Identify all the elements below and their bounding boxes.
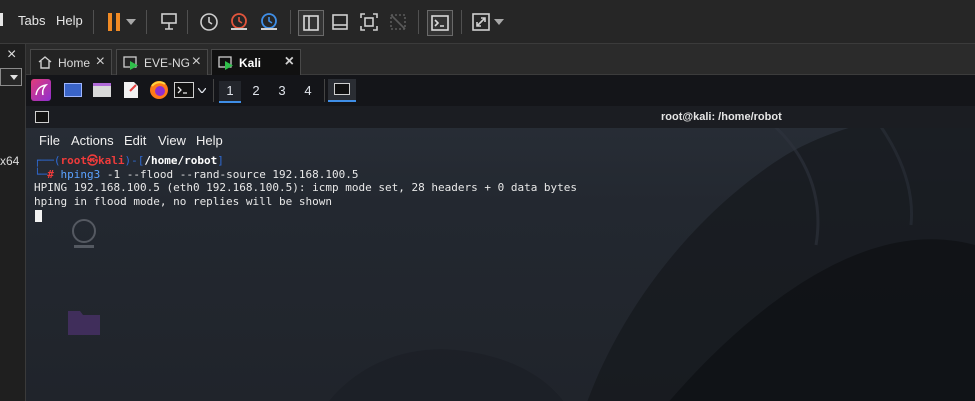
kali-menu-icon[interactable]	[31, 79, 51, 101]
terminal-title: root@kali: /home/robot	[661, 111, 782, 123]
tab-label: Home	[58, 56, 91, 70]
show-desktop-icon[interactable]	[64, 83, 82, 97]
library-dropdown[interactable]	[0, 68, 22, 86]
close-icon[interactable]: ×	[7, 46, 16, 64]
prompt-line-2: └─# hping3 -1 --flood --rand-source 192.…	[34, 167, 359, 181]
terminal-menu-edit[interactable]: Edit	[124, 133, 146, 148]
vm-running-icon	[218, 56, 233, 70]
terminal-menu-help[interactable]: Help	[196, 133, 223, 148]
tab-label: EVE-NG	[144, 56, 191, 70]
tab-label: Kali	[239, 56, 262, 70]
file-manager-icon[interactable]	[93, 83, 111, 97]
close-icon[interactable]: ×	[192, 53, 201, 71]
send-keys-icon[interactable]	[157, 10, 181, 34]
terminal-cursor	[35, 210, 42, 222]
terminal-window-icon	[35, 111, 49, 123]
workspace-4[interactable]: 4	[297, 81, 319, 101]
prompt-at: ㉿	[87, 154, 98, 167]
tab-eve-ng[interactable]: EVE-NG ×	[116, 49, 208, 75]
revert-snapshot-icon[interactable]	[227, 10, 251, 34]
prompt-path: /home/robot	[144, 154, 218, 167]
snapshot-icon[interactable]	[197, 10, 221, 34]
panel-separator	[324, 79, 325, 102]
text-editor-icon[interactable]	[123, 81, 139, 99]
library-panel: × x64	[0, 44, 26, 401]
close-icon[interactable]: ×	[285, 53, 294, 71]
workspace-3[interactable]: 3	[271, 81, 293, 101]
vm-tabbar: Home × EVE-NG × Kali ×	[26, 44, 975, 75]
toolbar-separator	[290, 10, 291, 34]
close-icon[interactable]: ×	[96, 53, 105, 71]
panel-separator	[213, 79, 214, 102]
pause-icon[interactable]	[102, 10, 126, 34]
menu-cut-fragment	[0, 13, 3, 26]
vm-running-icon	[123, 56, 138, 70]
chevron-down-icon[interactable]	[492, 10, 506, 34]
unity-icon[interactable]	[386, 10, 410, 34]
chevron-down-icon[interactable]	[124, 10, 138, 34]
toolbar-separator	[93, 10, 94, 34]
sidebar-toggle-icon[interactable]	[298, 10, 324, 36]
chevron-down-icon[interactable]	[198, 88, 206, 93]
command-args: -1 --flood --rand-source 192.168.100.5	[100, 167, 359, 181]
menu-help[interactable]: Help	[56, 13, 83, 28]
terminal-titlebar[interactable]: root@kali: /home/robot	[26, 106, 975, 128]
console-view-icon[interactable]	[427, 10, 453, 36]
terminal-output[interactable]: ┌──(root㉿kali)-[/home/robot] └─# hping3 …	[26, 154, 975, 401]
command-name: hping3	[60, 167, 101, 181]
kali-desktop: 1 2 3 4 root@kali: /home/robot File Acti…	[26, 75, 975, 401]
terminal-menubar: File Actions Edit View Help	[26, 128, 975, 154]
prompt-user: root	[60, 154, 88, 167]
workspace-1[interactable]: 1	[219, 81, 241, 103]
terminal-menu-view[interactable]: View	[158, 133, 186, 148]
workspace-2[interactable]: 2	[245, 81, 267, 101]
prompt-line-1: ┌──(root㉿kali)-[/home/robot]	[34, 154, 224, 167]
chevron-down-icon	[10, 75, 18, 80]
taskbar-terminal-button[interactable]	[328, 79, 356, 102]
snapshot-manager-icon[interactable]	[257, 10, 281, 34]
toolbar-separator	[187, 10, 188, 34]
vm-list-item-label[interactable]: x64	[0, 154, 19, 168]
firefox-icon[interactable]	[149, 80, 169, 100]
vm-menubar: Tabs Help	[0, 0, 975, 44]
fullscreen-icon[interactable]	[357, 10, 381, 34]
kali-panel: 1 2 3 4	[26, 75, 975, 107]
output-line: hping in flood mode, no replies will be …	[34, 194, 333, 208]
output-line: HPING 192.168.100.5 (eth0 192.168.100.5)…	[34, 181, 578, 194]
toolbar-separator	[418, 10, 419, 34]
menu-tabs[interactable]: Tabs	[18, 13, 45, 28]
terminal-icon	[334, 83, 350, 95]
home-icon	[38, 56, 52, 69]
stretch-icon[interactable]	[469, 10, 493, 34]
terminal-menu-file[interactable]: File	[39, 133, 60, 148]
thumbnail-bar-icon[interactable]	[328, 10, 352, 34]
prompt-host: kali	[98, 154, 125, 167]
terminal-menu-actions[interactable]: Actions	[71, 133, 114, 148]
toolbar-separator	[146, 10, 147, 34]
toolbar-separator	[461, 10, 462, 34]
terminal-launcher-icon[interactable]	[174, 82, 194, 98]
tab-home[interactable]: Home ×	[30, 49, 112, 75]
tab-kali[interactable]: Kali ×	[211, 49, 301, 75]
